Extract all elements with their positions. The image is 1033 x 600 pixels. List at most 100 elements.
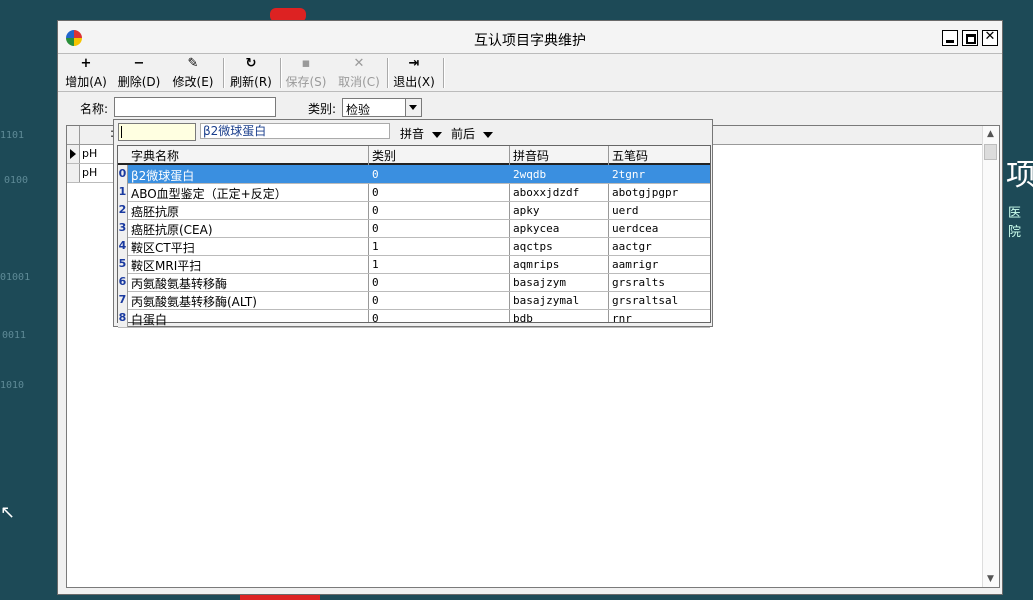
row-number: 3: [118, 219, 128, 237]
toolbar-button-0[interactable]: + 增加(A): [64, 56, 108, 89]
edit-doc-icon: ✎: [187, 56, 199, 71]
toolbar-button-2[interactable]: ✎ 修改(E): [170, 56, 216, 89]
close-button[interactable]: ✕: [982, 29, 998, 46]
item-wubi-cell[interactable]: aamrigr: [612, 258, 658, 271]
list-item[interactable]: 1 ABO血型鉴定（正定+反定） 0 aboxxjdzdf abotgjpgpr: [118, 183, 710, 202]
item-pinyin-cell[interactable]: aboxxjdzdf: [513, 186, 579, 199]
lookup-table-header: 字典名称 类别 拼音码 五笔码: [118, 146, 710, 165]
item-type-cell[interactable]: 1: [372, 258, 379, 271]
desktop-arrow-icon: ↖: [0, 502, 16, 523]
window-title: 互认项目字典维护: [474, 33, 586, 49]
item-wubi-cell[interactable]: aactgr: [612, 240, 652, 253]
item-wubi-cell[interactable]: abotgjpgpr: [612, 186, 678, 199]
background-digits: 01001: [0, 272, 31, 283]
item-name-cell[interactable]: 鞍区CT平扫: [131, 239, 195, 256]
item-type-cell[interactable]: 0: [372, 168, 379, 181]
current-row-arrow-icon: [70, 149, 76, 159]
vertical-scrollbar[interactable]: ▲ ▼: [982, 126, 999, 587]
item-name-cell[interactable]: 鞍区MRI平扫: [131, 257, 201, 274]
table-row[interactable]: pH: [67, 164, 115, 183]
item-name-cell[interactable]: β2微球蛋白: [131, 167, 194, 184]
item-type-cell[interactable]: 0: [372, 222, 379, 235]
list-item[interactable]: 7 丙氨酸氨基转移酶(ALT) 0 basajzymal grsraltsal: [118, 291, 710, 310]
toolbar-button-1[interactable]: − 删除(D): [116, 56, 162, 89]
item-wubi-cell[interactable]: uerdcea: [612, 222, 658, 235]
toolbar-button-4[interactable]: ▪ 保存(S): [283, 56, 329, 89]
list-item[interactable]: 6 丙氨酸氨基转移酶 0 basajzym grsralts: [118, 273, 710, 292]
row-number: 2: [118, 201, 128, 219]
toolbar-separator: [387, 58, 389, 88]
row-number: 6: [118, 273, 128, 291]
item-name-cell[interactable]: ABO血型鉴定（正定+反定）: [131, 185, 287, 202]
exit-icon: ⇥: [408, 56, 420, 71]
table-row[interactable]: pH: [67, 145, 115, 164]
sort-order-label: 前后: [451, 127, 476, 141]
row-number: 5: [118, 255, 128, 273]
row-number: 4: [118, 237, 128, 255]
toolbar-button-3[interactable]: ↻ 刷新(R): [228, 56, 274, 89]
list-item[interactable]: 3 癌胚抗原(CEA) 0 apkycea uerdcea: [118, 219, 710, 238]
background-digits: 1101: [0, 130, 25, 141]
column-header-name[interactable]: 字典名称: [131, 147, 179, 164]
scrollbar-thumb[interactable]: [984, 144, 997, 160]
item-type-cell[interactable]: 0: [372, 204, 379, 217]
scroll-up-icon[interactable]: ▲: [983, 126, 998, 142]
save-icon: ▪: [301, 56, 311, 71]
toolbar-button-5[interactable]: ✕ 取消(C): [336, 56, 382, 89]
item-wubi-cell[interactable]: rnr: [612, 312, 632, 325]
type-select[interactable]: 检验: [342, 98, 422, 117]
item-pinyin-cell[interactable]: basajzymal: [513, 294, 579, 307]
list-item[interactable]: 0 β2微球蛋白 0 2wqdb 2tgnr: [118, 165, 710, 184]
item-type-cell[interactable]: 1: [372, 240, 379, 253]
item-pinyin-cell[interactable]: aqctps: [513, 240, 553, 253]
lookup-current-value: β2微球蛋白: [200, 123, 390, 139]
maximize-button[interactable]: [962, 30, 978, 46]
item-wubi-cell[interactable]: 2tgnr: [612, 168, 645, 181]
grid-column-header[interactable]: :: [80, 126, 115, 144]
grid-cell[interactable]: pH: [82, 166, 97, 179]
item-pinyin-cell[interactable]: aqmrips: [513, 258, 559, 271]
dropdown-arrow-icon: [483, 131, 494, 138]
refresh-icon: ↻: [245, 56, 257, 71]
name-input[interactable]: [114, 97, 276, 117]
item-type-cell[interactable]: 0: [372, 312, 379, 325]
item-pinyin-cell[interactable]: apkycea: [513, 222, 559, 235]
column-header-wubi[interactable]: 五笔码: [612, 147, 648, 164]
item-type-cell[interactable]: 0: [372, 276, 379, 289]
name-label: 名称:: [80, 102, 109, 116]
item-name-cell[interactable]: 癌胚抗原(CEA): [131, 221, 213, 238]
item-name-cell[interactable]: 丙氨酸氨基转移酶(ALT): [131, 293, 257, 310]
sort-pinyin-dropdown[interactable]: 拼音: [400, 125, 443, 142]
item-wubi-cell[interactable]: uerd: [612, 204, 639, 217]
scroll-down-icon[interactable]: ▼: [983, 571, 998, 587]
list-item[interactable]: 5 鞍区MRI平扫 1 aqmrips aamrigr: [118, 255, 710, 274]
item-wubi-cell[interactable]: grsralts: [612, 276, 665, 289]
toolbar-button-6[interactable]: ⇥ 退出(X): [391, 56, 437, 89]
title-bar[interactable]: 互认项目字典维护 ✕: [58, 21, 1002, 53]
item-pinyin-cell[interactable]: bdb: [513, 312, 533, 325]
item-pinyin-cell[interactable]: 2wqdb: [513, 168, 546, 181]
toolbar-button-label: 修改(E): [172, 75, 214, 89]
lookup-search-input[interactable]: [118, 123, 196, 141]
item-pinyin-cell[interactable]: apky: [513, 204, 540, 217]
minimize-button[interactable]: [942, 30, 958, 46]
list-item[interactable]: 2 癌胚抗原 0 apky uerd: [118, 201, 710, 220]
column-header-pinyin[interactable]: 拼音码: [513, 147, 549, 164]
row-number: 1: [118, 183, 128, 201]
chevron-down-icon[interactable]: [405, 99, 421, 116]
background-digits: 0011: [2, 330, 27, 341]
item-name-cell[interactable]: 癌胚抗原: [131, 203, 179, 220]
item-wubi-cell[interactable]: grsraltsal: [612, 294, 678, 307]
list-item[interactable]: 4 鞍区CT平扫 1 aqctps aactgr: [118, 237, 710, 256]
toolbar-separator: [443, 58, 445, 88]
add-row-icon: +: [80, 56, 92, 71]
item-name-cell[interactable]: 丙氨酸氨基转移酶: [131, 275, 227, 292]
item-name-cell[interactable]: 白蛋白: [131, 311, 167, 328]
list-item[interactable]: 8 白蛋白 0 bdb rnr: [118, 309, 710, 328]
item-type-cell[interactable]: 0: [372, 186, 379, 199]
grid-cell[interactable]: pH: [82, 147, 97, 160]
column-header-type[interactable]: 类别: [372, 147, 396, 164]
item-type-cell[interactable]: 0: [372, 294, 379, 307]
item-pinyin-cell[interactable]: basajzym: [513, 276, 566, 289]
sort-order-dropdown[interactable]: 前后: [451, 125, 494, 142]
